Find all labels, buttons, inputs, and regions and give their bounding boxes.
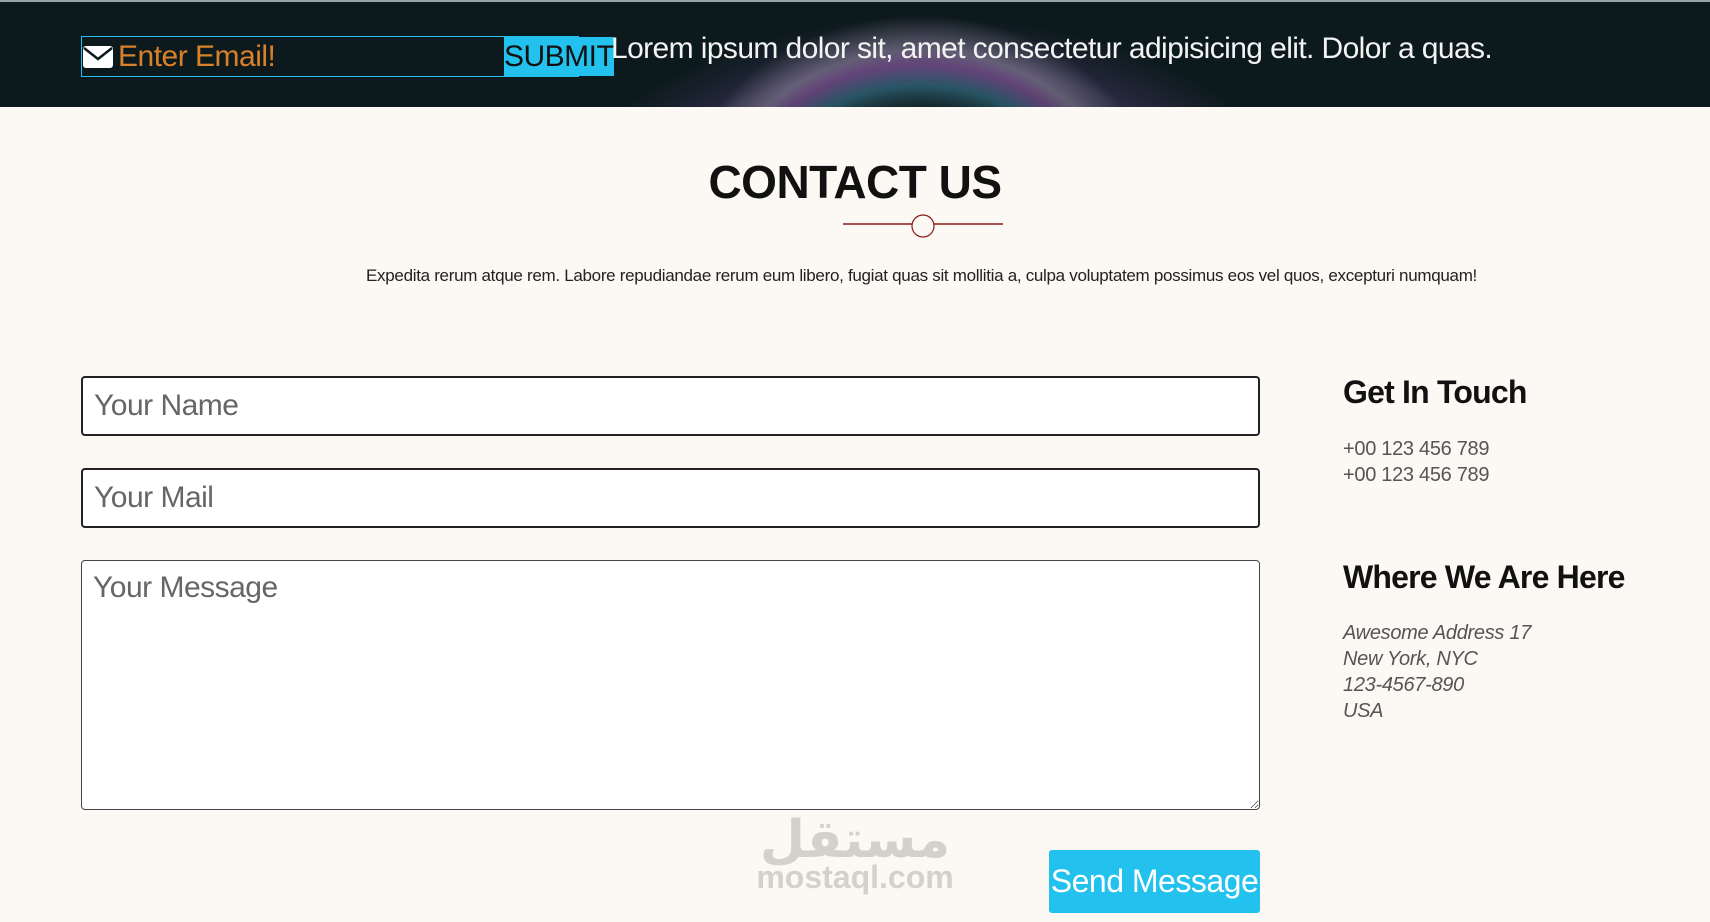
intro-text: Expedita rerum atque rem. Labore repudia… (366, 266, 1477, 285)
newsletter-form: SUBMIT (81, 36, 615, 77)
phone-number: +00 123 456 789 (1343, 438, 1490, 460)
newsletter-submit-button[interactable]: SUBMIT (504, 37, 615, 76)
watermark-logo: مستقل mostaql.com (750, 812, 960, 895)
address-line: 123-4567-890 (1343, 674, 1464, 696)
location-heading: Where We Are Here (1343, 559, 1625, 595)
newsletter-email-input[interactable] (114, 37, 504, 76)
address-line: Awesome Address 17 (1343, 622, 1532, 644)
title-divider (843, 214, 1003, 238)
address-line: New York, NYC (1343, 648, 1478, 670)
address-block: Awesome Address 17 New York, NYC 123-456… (1343, 620, 1531, 724)
phone-list: +00 123 456 789 +00 123 456 789 (1343, 436, 1490, 488)
send-message-button[interactable]: Send Message (1049, 850, 1260, 913)
top-banner: SUBMIT Lorem ipsum dolor sit, amet conse… (0, 0, 1710, 107)
divider-circle (911, 214, 935, 238)
email-field[interactable] (81, 468, 1260, 528)
page-title: CONTACT US (708, 156, 1002, 208)
message-field[interactable] (81, 560, 1260, 810)
watermark-latin: mostaql.com (756, 859, 954, 895)
get-in-touch-heading: Get In Touch (1343, 374, 1527, 410)
banner-tagline: Lorem ipsum dolor sit, amet consectetur … (611, 32, 1493, 65)
name-field[interactable] (81, 376, 1260, 436)
address-line: USA (1343, 700, 1384, 722)
envelope-icon (82, 37, 114, 76)
phone-number: +00 123 456 789 (1343, 464, 1490, 486)
